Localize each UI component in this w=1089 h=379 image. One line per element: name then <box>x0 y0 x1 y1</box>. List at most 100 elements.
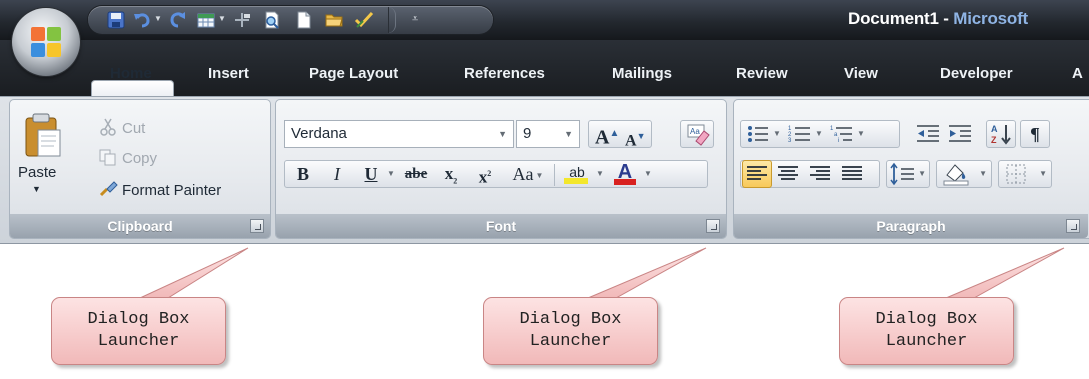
scissors-icon <box>100 118 116 136</box>
svg-text:Aa: Aa <box>690 127 700 136</box>
tab-view[interactable]: View <box>844 63 878 91</box>
change-case-button[interactable]: Aa ▼ <box>506 160 550 188</box>
bullets-button[interactable] <box>746 120 770 148</box>
insert-row-icon[interactable] <box>232 10 252 30</box>
cut-button[interactable]: Cut <box>98 118 145 137</box>
format-painter-label: Format Painter <box>122 182 222 199</box>
tab-references[interactable]: References <box>464 63 545 91</box>
copy-icon <box>99 149 116 166</box>
borders-button[interactable]: ▼ <box>998 160 1052 188</box>
tab-review[interactable]: Review <box>736 63 788 91</box>
undo-icon[interactable] <box>132 10 152 30</box>
font-dialog-launcher[interactable] <box>706 219 720 233</box>
spelling-check-icon[interactable] <box>354 10 374 30</box>
decrease-indent-icon <box>917 125 939 142</box>
underline-button[interactable]: U <box>358 160 384 188</box>
align-right-icon <box>810 166 830 180</box>
tab-home[interactable]: Home <box>110 63 152 91</box>
grow-font-label: A <box>595 126 610 149</box>
align-left-button[interactable] <box>742 160 772 188</box>
shading-dropdown-icon[interactable]: ▼ <box>979 161 987 187</box>
tab-mailings[interactable]: Mailings <box>612 63 672 91</box>
save-icon[interactable] <box>106 10 126 30</box>
underline-dropdown-icon[interactable]: ▼ <box>386 160 396 188</box>
customize-toolbar-icon[interactable]: ⩡ <box>412 14 422 25</box>
copy-label: Copy <box>122 150 158 167</box>
font-name-combo[interactable]: Verdana ▼ <box>284 120 514 148</box>
table-dropdown-icon[interactable]: ▼ <box>218 14 228 24</box>
font-color-swatch <box>614 179 636 185</box>
sort-button[interactable]: AZ <box>986 120 1016 148</box>
copy-button[interactable]: Copy <box>98 148 157 167</box>
highlight-dropdown-icon[interactable]: ▼ <box>594 160 606 188</box>
shrink-arrow-icon: ▼ <box>636 131 646 141</box>
multilevel-list-dropdown-icon[interactable]: ▼ <box>856 120 866 148</box>
subscript-marker: 2 <box>453 176 458 186</box>
font-group-label: Font <box>276 214 726 238</box>
callout-dialog-box-launcher-paragraph: Dialog Box Launcher <box>839 297 1014 365</box>
pilcrow-icon: ¶ <box>1030 124 1040 144</box>
font-name-value: Verdana <box>291 125 347 142</box>
change-case-dropdown-icon[interactable]: ▼ <box>534 171 544 180</box>
format-painter-button[interactable]: Format Painter <box>98 180 221 199</box>
subscript-button[interactable]: x2 <box>436 160 466 188</box>
new-document-icon[interactable] <box>294 10 314 30</box>
callout-dialog-box-launcher-font: Dialog Box Launcher <box>483 297 658 365</box>
title-separator: - <box>938 9 954 28</box>
paste-icon[interactable] <box>24 112 64 158</box>
table-icon[interactable] <box>196 10 216 30</box>
print-preview-icon[interactable] <box>262 10 282 30</box>
office-button[interactable] <box>12 8 80 76</box>
callout-line1: Dialog Box <box>87 310 190 329</box>
superscript-button[interactable]: x2 <box>470 160 500 188</box>
paste-button[interactable]: Paste <box>18 164 56 181</box>
font-group: Verdana ▼ 9 ▼ A▲ A▼ Aa B I U ▼ abe x2 x2… <box>275 99 727 239</box>
paragraph-dialog-launcher[interactable] <box>1066 219 1080 233</box>
italic-button[interactable]: I <box>324 160 350 188</box>
show-formatting-marks-button[interactable]: ¶ <box>1020 120 1050 148</box>
font-size-dropdown-icon[interactable]: ▼ <box>564 121 573 147</box>
align-center-icon <box>778 166 798 180</box>
tab-page-layout[interactable]: Page Layout <box>309 63 398 91</box>
font-size-value: 9 <box>523 125 532 142</box>
quick-access-toolbar: ▼ ▼ ⩡ <box>88 6 493 34</box>
bold-button[interactable]: B <box>290 160 316 188</box>
tab-developer[interactable]: Developer <box>940 63 1013 91</box>
callout-line1: Dialog Box <box>875 310 978 329</box>
open-folder-icon[interactable] <box>324 10 344 30</box>
shrink-font-button[interactable]: A▼ <box>625 123 645 154</box>
font-color-dropdown-icon[interactable]: ▼ <box>642 160 654 188</box>
document-name: Document1 <box>848 9 939 28</box>
multilevel-list-button[interactable]: 1ai <box>830 120 854 148</box>
subscript-label: x <box>444 164 454 183</box>
shading-button[interactable]: ▼ <box>936 160 992 188</box>
decrease-indent-button[interactable] <box>914 120 942 148</box>
highlight-color-swatch <box>564 178 588 184</box>
font-size-combo[interactable]: 9 ▼ <box>516 120 580 148</box>
borders-dropdown-icon[interactable]: ▼ <box>1039 161 1047 187</box>
tab-insert[interactable]: Insert <box>208 63 249 91</box>
strikethrough-button[interactable]: abe <box>398 160 434 188</box>
window-title: Document1 - Microsoft <box>848 9 1028 29</box>
office-logo-icon <box>31 27 61 57</box>
line-spacing-dropdown-icon[interactable]: ▼ <box>918 161 926 187</box>
highlight-button[interactable]: ab <box>560 158 594 186</box>
undo-dropdown-icon[interactable]: ▼ <box>154 14 164 24</box>
font-color-button[interactable]: A <box>610 158 640 186</box>
line-spacing-button[interactable]: ▼ <box>886 160 930 188</box>
clear-formatting-button[interactable]: Aa <box>680 120 714 148</box>
clipboard-dialog-launcher[interactable] <box>250 219 264 233</box>
redo-icon[interactable] <box>168 10 188 30</box>
align-center-button[interactable] <box>774 160 802 188</box>
numbering-button[interactable]: 123 <box>788 120 812 148</box>
numbering-dropdown-icon[interactable]: ▼ <box>814 120 824 148</box>
paste-dropdown-icon[interactable]: ▼ <box>32 184 41 194</box>
font-name-dropdown-icon[interactable]: ▼ <box>498 121 507 147</box>
tab-add-ins[interactable]: A <box>1072 63 1083 91</box>
align-right-button[interactable] <box>806 160 834 188</box>
superscript-marker: 2 <box>487 169 492 178</box>
justify-button[interactable] <box>838 160 866 188</box>
grow-font-button[interactable]: A▲ <box>595 121 619 151</box>
bullets-dropdown-icon[interactable]: ▼ <box>772 120 782 148</box>
increase-indent-button[interactable] <box>946 120 974 148</box>
